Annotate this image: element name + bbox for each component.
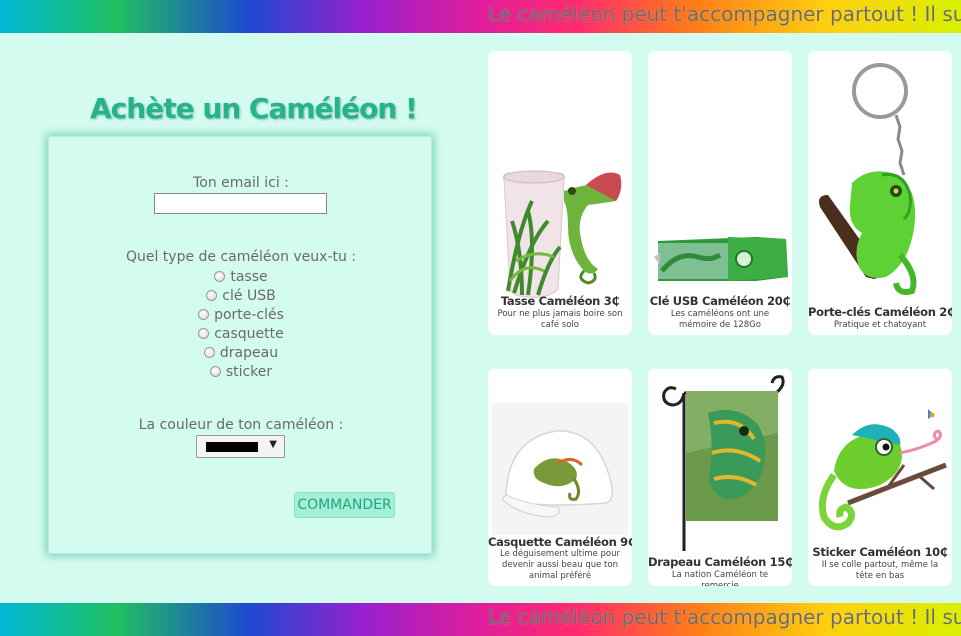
order-form: Ton email ici : Quel type de caméléon ve… xyxy=(48,136,432,554)
radio-button[interactable] xyxy=(203,347,215,358)
product-card-sticker[interactable]: Sticker Caméléon 10₵ Il se colle partout… xyxy=(808,369,952,586)
color-swatch xyxy=(206,442,258,452)
product-title: Porte-clés Caméléon 2₵ xyxy=(808,305,952,319)
product-description: Les caméléons ont une mémoire de 128Go xyxy=(670,309,770,330)
product-card-drapeau[interactable]: Drapeau Caméléon 15₵ La nation Caméléon … xyxy=(648,369,792,586)
radio-option-porte-cles[interactable]: porte-clés xyxy=(49,305,433,324)
bottom-banner: Le caméléon peut t'accompagner partout !… xyxy=(0,603,961,636)
radio-label: tasse xyxy=(230,268,268,285)
order-button[interactable]: COMMANDER xyxy=(294,492,395,518)
radio-button[interactable] xyxy=(209,366,221,377)
color-picker[interactable]: ▼ xyxy=(196,435,285,458)
banner-marquee-text: Le caméléon peut t'accompagner partout !… xyxy=(488,2,961,26)
radio-label: drapeau xyxy=(219,344,279,361)
color-label: La couleur de ton caméléon : xyxy=(138,417,344,433)
flag-image xyxy=(662,375,785,551)
radio-button[interactable] xyxy=(198,309,210,320)
radio-option-sticker[interactable]: sticker xyxy=(49,362,433,381)
sticker-image xyxy=(818,409,947,531)
product-title: Sticker Caméléon 10₵ xyxy=(812,545,948,559)
dropdown-arrow-icon: ▼ xyxy=(269,439,277,450)
banner-marquee-text: Le caméléon peut t'accompagner partout !… xyxy=(488,605,961,629)
type-radio-group: tasse clé USB porte-clés casquette drape… xyxy=(49,267,433,381)
radio-option-tasse[interactable]: tasse xyxy=(49,267,433,286)
page-title: Achète un Caméléon ! xyxy=(90,92,418,125)
product-description: La nation Caméléon te remercie xyxy=(671,570,769,586)
product-description: Le déguisement ultime pour devenir aussi… xyxy=(499,549,620,581)
mug-image xyxy=(503,170,622,298)
radio-option-drapeau[interactable]: drapeau xyxy=(49,343,433,362)
radio-label: sticker xyxy=(225,363,273,380)
keychain-image xyxy=(819,63,917,295)
product-description: Pratique et chatoyant xyxy=(833,320,927,330)
email-field[interactable] xyxy=(154,193,327,214)
radio-button[interactable] xyxy=(214,271,226,282)
product-card-tasse[interactable]: Tasse Caméléon 3₵ Pour ne plus jamais bo… xyxy=(488,51,632,335)
product-description: Il se colle partout, même la tête en bas xyxy=(821,560,939,581)
radio-label: clé USB xyxy=(222,287,276,304)
cap-image xyxy=(492,403,628,535)
email-label: Ton email ici : xyxy=(193,175,289,191)
product-card-porte-cles[interactable]: Porte-clés Caméléon 2₵ Pratique et chato… xyxy=(808,51,952,335)
radio-button[interactable] xyxy=(198,328,210,339)
product-title: Drapeau Caméléon 15₵ xyxy=(648,555,792,569)
product-title: Tasse Caméléon 3₵ xyxy=(500,294,620,308)
top-banner: Le caméléon peut t'accompagner partout !… xyxy=(0,0,961,33)
product-title: Clé USB Caméléon 20₵ xyxy=(649,294,791,308)
radio-label: porte-clés xyxy=(214,306,284,323)
radio-button[interactable] xyxy=(206,290,218,301)
product-title: Casquette Caméléon 9₵ xyxy=(488,535,632,549)
usb-key-image xyxy=(654,237,788,281)
type-label: Quel type de caméléon veux-tu : xyxy=(125,249,357,265)
radio-label: casquette xyxy=(214,325,284,342)
radio-option-casquette[interactable]: casquette xyxy=(49,324,433,343)
radio-option-cle-usb[interactable]: clé USB xyxy=(49,286,433,305)
product-description: Pour ne plus jamais boire son café solo xyxy=(497,309,623,330)
product-card-cle-usb[interactable]: Clé USB Caméléon 20₵ Les caméléons ont u… xyxy=(648,51,792,335)
product-card-casquette[interactable]: Casquette Caméléon 9₵ Le déguisement ult… xyxy=(488,369,632,586)
